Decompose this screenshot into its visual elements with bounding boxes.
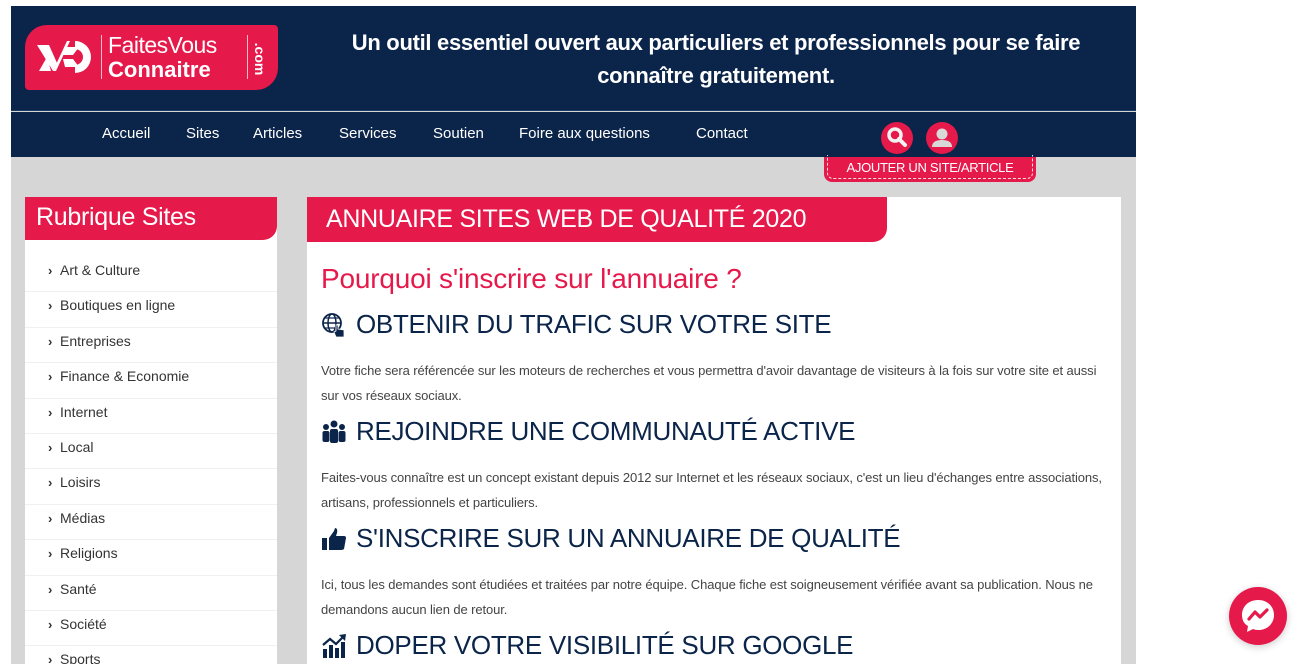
chevron-right-icon: › xyxy=(48,652,53,664)
sidebar-item-entreprises[interactable]: › Entreprises xyxy=(25,328,277,364)
section-text: Faites-vous connaître est un concept exi… xyxy=(321,470,1102,510)
logo-text-top: FaitesVous xyxy=(108,32,217,58)
site-logo[interactable]: FaitesVous Connaitre .com xyxy=(25,25,278,90)
globe-click-icon xyxy=(322,312,345,337)
sidebar-item-medias[interactable]: › Médias xyxy=(25,505,277,541)
search-icon xyxy=(887,127,907,147)
sidebar-item-label: Local xyxy=(60,438,94,455)
sidebar: Rubrique Sites › Art & Culture › Boutiques… xyxy=(25,197,277,664)
sidebar-item-label: Entreprises xyxy=(60,332,131,349)
page-background: FaitesVous Connaitre .com Un outil essen… xyxy=(11,6,1136,664)
sidebar-item-label: Sports xyxy=(60,651,101,664)
sidebar-item-finance[interactable]: › Finance & Economie xyxy=(25,363,277,399)
nav-item-articles[interactable]: Articles xyxy=(253,125,302,142)
chevron-right-icon: › xyxy=(48,263,53,278)
section-title: DOPER VOTRE VISIBILITÉ SUR GOOGLE xyxy=(356,630,854,660)
sidebar-category-list: › Art & Culture › Boutiques en ligne › Entr… xyxy=(25,257,277,664)
user-icon xyxy=(932,128,952,147)
chevron-right-icon: › xyxy=(48,581,53,597)
section-heading-traffic: OBTENIR DU TRAFIC SUR VOTRE SITE xyxy=(321,309,832,340)
chevron-right-icon: › xyxy=(48,404,53,420)
section-heading-community: REJOINDRE UNE COMMUNAUTÉ ACTIVE xyxy=(321,416,855,447)
chevron-right-icon: › xyxy=(48,333,53,349)
chevron-right-icon: › xyxy=(48,439,53,455)
logo-mark-icon xyxy=(37,41,91,73)
section-title: REJOINDRE UNE COMMUNAUTÉ ACTIVE xyxy=(356,416,856,446)
section-heading-google: DOPER VOTRE VISIBILITÉ SUR GOOGLE xyxy=(321,630,854,661)
sidebar-item-label: Boutiques en ligne xyxy=(60,297,176,314)
page-banner: ANNUAIRE SITES WEB DE QUALITÉ 2020 xyxy=(307,197,887,242)
sidebar-item-sports[interactable]: › Sports xyxy=(25,646,277,664)
add-site-article-button[interactable]: AJOUTER UN SITE/ARTICLE xyxy=(824,155,1036,182)
sidebar-item-label: Médias xyxy=(60,509,106,526)
section-heading-quality: S'INSCRIRE SUR UN ANNUAIRE DE QUALITÉ xyxy=(321,523,901,554)
sidebar-item-sante[interactable]: › Santé xyxy=(25,576,277,611)
logo-divider-2 xyxy=(247,35,248,79)
section-text: Ici, tous les demandes sont étudiées et … xyxy=(321,577,1093,617)
sidebar-item-label: Santé xyxy=(60,580,97,597)
account-button[interactable] xyxy=(926,122,958,154)
messenger-icon xyxy=(1242,600,1274,632)
sidebar-item-label: Finance & Economie xyxy=(60,368,190,385)
chevron-right-icon: › xyxy=(48,546,53,562)
page-title: Pourquoi s'inscrire sur l'annuaire ? xyxy=(321,263,742,294)
sidebar-item-label: Loisirs xyxy=(60,474,101,491)
sidebar-item-societe[interactable]: › Société xyxy=(25,611,277,647)
sidebar-item-internet[interactable]: › Internet xyxy=(25,399,277,434)
nav-item-faq[interactable]: Foire aux questions xyxy=(519,125,650,142)
chevron-right-icon: › xyxy=(48,298,53,314)
sidebar-item-loisirs[interactable]: › Loisirs xyxy=(25,469,277,505)
messenger-chat-button[interactable] xyxy=(1229,587,1287,645)
nav-item-soutien[interactable]: Soutien xyxy=(433,125,484,142)
section-title: OBTENIR DU TRAFIC SUR VOTRE SITE xyxy=(356,309,832,339)
logo-text-bottom: Connaitre xyxy=(108,57,211,82)
nav-item-accueil[interactable]: Accueil xyxy=(102,125,150,142)
sidebar-item-label: Société xyxy=(60,615,107,632)
main-nav: Accueil Sites Articles Services Soutien … xyxy=(11,112,1136,157)
users-group-icon xyxy=(322,420,346,443)
header-tagline: Un outil essentiel ouvert aux particulie… xyxy=(351,30,1081,88)
section-title: S'INSCRIRE SUR UN ANNUAIRE DE QUALITÉ xyxy=(356,523,901,553)
nav-item-sites[interactable]: Sites xyxy=(186,125,219,142)
sidebar-item-label: Religions xyxy=(60,545,118,562)
sidebar-title: Rubrique Sites xyxy=(25,197,277,240)
nav-item-services[interactable]: Services xyxy=(339,125,397,142)
sidebar-item-label: Internet xyxy=(60,403,108,420)
nav-item-contact[interactable]: Contact xyxy=(696,125,748,142)
site-header: FaitesVous Connaitre .com Un outil essen… xyxy=(11,6,1136,111)
growth-chart-icon xyxy=(322,633,346,658)
search-button[interactable] xyxy=(881,122,913,154)
sidebar-item-boutiques[interactable]: › Boutiques en ligne xyxy=(25,292,277,328)
sidebar-item-label: Art & Culture xyxy=(60,262,141,278)
chevron-right-icon: › xyxy=(48,616,53,632)
sidebar-item-religions[interactable]: › Religions xyxy=(25,540,277,576)
chevron-right-icon: › xyxy=(48,369,53,385)
logo-suffix: .com xyxy=(252,42,268,76)
sidebar-item-art-culture[interactable]: › Art & Culture xyxy=(25,257,277,293)
chevron-right-icon: › xyxy=(48,510,53,526)
sidebar-item-local[interactable]: › Local xyxy=(25,434,277,470)
section-text: Votre fiche sera référencée sur les mote… xyxy=(321,363,1097,403)
main-content: ANNUAIRE SITES WEB DE QUALITÉ 2020 Pourq… xyxy=(307,197,1121,664)
chevron-right-icon: › xyxy=(48,475,53,491)
logo-divider xyxy=(101,35,102,79)
thumbs-up-icon xyxy=(322,527,346,550)
